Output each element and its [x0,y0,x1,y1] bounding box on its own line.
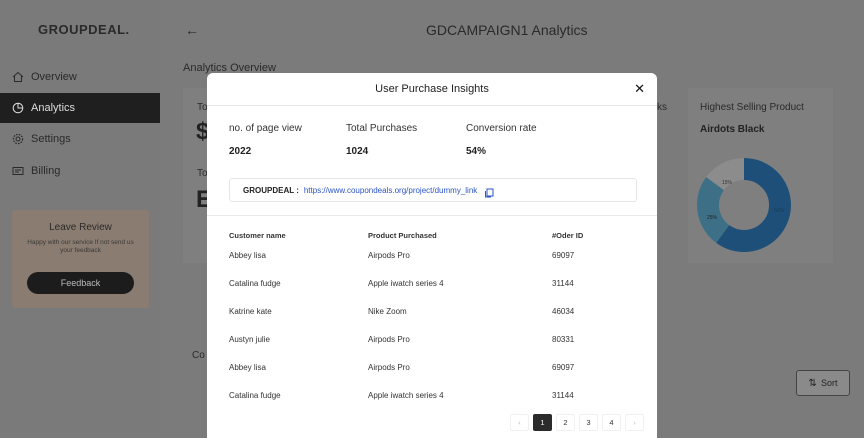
gear-icon [11,132,25,146]
customer-name: Abbey lisa [229,251,266,260]
order-id: 69097 [552,363,575,372]
sort-label: Sort [820,378,838,388]
review-text: Happy with our service If not send us yo… [27,239,134,255]
metric-page-views: no. of page view 2022 [229,123,302,157]
sidebar-item-overview[interactable]: Overview [0,62,160,92]
page-button-4[interactable]: 4 [602,414,621,431]
customer-name: Katrine kate [229,307,272,316]
share-link[interactable]: https://www.coupondeals.org/project/dumm… [304,186,477,195]
review-title: Leave Review [49,222,112,233]
customer-name: Catalina fudge [229,391,281,400]
pagination: ‹ 1 2 3 4 › [510,414,644,431]
sidebar: GROUPDEAL. Overview Analytics Settings B… [0,0,160,438]
stat-label: To [197,168,208,179]
customer-name: Catalina fudge [229,279,281,288]
order-id: 80331 [552,335,575,344]
sidebar-item-label: Settings [31,133,71,145]
donut-label: 15% [722,180,733,186]
sidebar-item-billing[interactable]: Billing [0,156,160,186]
link-label: GROUPDEAL : [243,185,299,195]
product-name: Apple iwatch series 4 [368,279,444,288]
customer-name: Abbey lisa [229,363,266,372]
metric-conversion-rate: Conversion rate 54% [466,123,537,157]
donut-label: 25% [707,215,718,221]
order-id: 46034 [552,307,575,316]
metric-label: no. of page view [229,123,302,134]
close-icon[interactable]: ✕ [634,81,645,97]
home-icon [11,70,25,84]
metric-value: 2022 [229,146,252,157]
highest-selling-label: Highest Selling Product [700,102,804,113]
copy-icon[interactable] [484,185,494,198]
product-name: Apple iwatch series 4 [368,391,444,400]
table-row: Abbey lisa Airpods Pro 69097 [207,363,657,391]
sales-donut-chart: 15% 25% 60% [697,158,791,252]
product-name: Nike Zoom [368,307,407,316]
divider [207,215,657,216]
page-button-3[interactable]: 3 [579,414,598,431]
customer-name: Austyn julie [229,335,270,344]
feedback-button[interactable]: Feedback [27,272,134,294]
product-name: Airpods Pro [368,335,410,344]
billing-icon [11,164,25,178]
column-header-customer: Customer name [229,231,286,240]
sidebar-item-label: Billing [31,165,61,177]
order-id: 31144 [552,279,574,288]
share-link-box: GROUPDEAL : https://www.coupondeals.org/… [229,178,637,202]
table-row: Catalina fudge Apple iwatch series 4 311… [207,279,657,307]
prev-page-button[interactable]: ‹ [510,414,529,431]
metric-value: 54% [466,146,487,157]
donut-label: 60% [774,208,785,214]
column-header-product: Product Purchased [368,231,437,240]
sidebar-item-label: Overview [31,71,77,83]
modal-title: User Purchase Insights [375,83,489,95]
metric-label: Conversion rate [466,123,537,134]
table-row: Katrine kate Nike Zoom 46034 [207,307,657,335]
metric-label: Total Purchases [346,123,418,134]
stat-label: To [197,102,208,113]
sidebar-item-label: Analytics [31,102,76,114]
page-button-2[interactable]: 2 [556,414,575,431]
modal-header: User Purchase Insights ✕ [207,73,657,106]
metric-total-purchases: Total Purchases 1024 [346,123,417,157]
purchase-insights-modal: User Purchase Insights ✕ no. of page vie… [207,73,657,438]
brand-logo: GROUPDEAL. [38,22,130,37]
sidebar-item-settings[interactable]: Settings [0,124,160,154]
back-arrow-icon[interactable]: ← [185,22,199,38]
order-id: 69097 [552,251,575,260]
column-header-order-id: #Oder ID [552,231,584,240]
page-button-1[interactable]: 1 [533,414,552,431]
table-row: Abbey lisa Airpods Pro 69097 [207,251,657,279]
page-title: GDCAMPAIGN1 Analytics [426,22,588,38]
metric-value: 1024 [346,146,369,157]
next-page-button[interactable]: › [625,414,644,431]
leave-review-card: Leave Review Happy with our service If n… [12,210,149,308]
order-id: 31144 [552,391,574,400]
highest-selling-value: Airdots Black [700,124,765,135]
product-name: Airpods Pro [368,363,410,372]
sort-button[interactable]: ⇅ Sort [796,370,850,396]
table-row: Austyn julie Airpods Pro 80331 [207,335,657,363]
product-name: Airpods Pro [368,251,410,260]
section-title: Co [192,350,205,361]
sort-icon: ⇅ [808,377,817,389]
sidebar-item-analytics[interactable]: Analytics [0,93,160,123]
pie-icon [11,101,25,115]
